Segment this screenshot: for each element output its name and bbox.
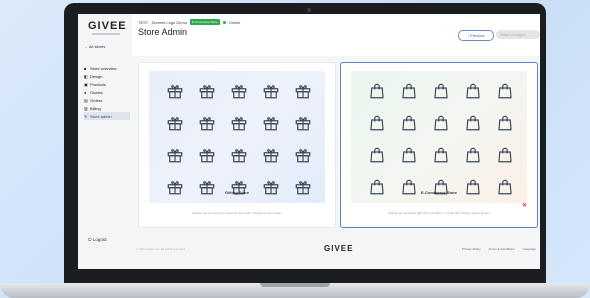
screen: GIVEE ← All stores ■ Store overview ◧ Desi… — [78, 14, 540, 269]
shopping-bag-icon — [425, 107, 457, 139]
sidebar-item-store-overview[interactable]: ■ Store overview — [84, 64, 130, 72]
pencil-icon: ✎ — [84, 113, 88, 119]
ecommerce-store-card[interactable]: E-Commerce Store Guests can purchase gif… — [340, 62, 538, 228]
sidebar-item-label: Store admin — [90, 113, 112, 119]
gifting-store-card[interactable]: Gifting Store Guests can choose and cust… — [138, 62, 336, 228]
sidebar: GIVEE ← All stores ■ Store overview ◧ Desi… — [78, 14, 132, 269]
gift-icon — [255, 75, 287, 107]
shopping-bag-icon — [457, 75, 489, 107]
guests-icon: ● — [84, 89, 87, 95]
logout-button[interactable]: ⏻ Logout — [88, 237, 107, 242]
shopping-bag-icon — [393, 107, 425, 139]
shopping-bag-icon — [361, 107, 393, 139]
card-description: Guests can purchase gifts with gift card… — [387, 211, 491, 215]
breadcrumb-store[interactable]: TEST - Summit Logo Demo — [138, 20, 187, 25]
terms-link[interactable]: Terms & Conditions — [489, 247, 515, 251]
gift-icon — [223, 107, 255, 139]
billing-icon: ▥ — [84, 105, 88, 111]
sidebar-item-orders[interactable]: ▤ Orders — [84, 96, 130, 104]
shopping-bag-icon — [457, 107, 489, 139]
shopping-bag-icon — [457, 139, 489, 171]
design-icon: ◧ — [84, 73, 88, 79]
gift-icon — [287, 107, 319, 139]
shopping-bag-icon — [393, 171, 425, 203]
gift-icon — [223, 171, 255, 203]
sidebar-item-guests[interactable]: ● Guests — [84, 88, 130, 96]
gift-icon — [191, 107, 223, 139]
close-icon[interactable]: ✕ — [522, 202, 527, 209]
camera-icon — [307, 8, 311, 12]
gift-icon — [255, 139, 287, 171]
sidebar-nav: ■ Store overview ◧ Design ▣ Products ● Guest… — [84, 64, 130, 120]
gift-icon — [159, 171, 191, 203]
footer-logo: GIVEE — [324, 244, 354, 253]
card-title: E-Commerce Store — [420, 190, 457, 195]
gift-icon — [223, 139, 255, 171]
laptop-notch — [260, 283, 330, 287]
privacy-link[interactable]: Privacy Policy — [462, 247, 481, 251]
logo-underline — [92, 33, 120, 35]
shopping-bag-icon — [425, 75, 457, 107]
gift-icon — [159, 139, 191, 171]
shopping-bag-icon — [489, 139, 521, 171]
orders-icon: ▤ — [84, 97, 88, 103]
preview-button[interactable]: ‹ Preview — [458, 30, 494, 41]
gift-icon — [159, 107, 191, 139]
gift-icon — [255, 107, 287, 139]
breadcrumb: TEST - Summit Logo Demo E-Commerce Store… — [138, 19, 240, 25]
sidebar-item-label: Guests — [90, 89, 103, 95]
sidebar-item-billing[interactable]: ▥ Billing — [84, 104, 130, 112]
page-title: Store Admin — [138, 27, 188, 37]
sidebar-item-label: Design — [90, 73, 103, 79]
gift-icon — [287, 75, 319, 107]
save-button[interactable]: Save changes — [496, 30, 540, 39]
gift-icon-grid — [159, 75, 319, 203]
footer: © 2024 Givee Inc. All rights reserved. G… — [132, 241, 540, 257]
online-dot-icon — [222, 20, 226, 24]
gift-icon — [191, 171, 223, 203]
card-description: Guests can choose and customize their gi… — [192, 211, 282, 215]
shopping-bag-icon — [489, 171, 521, 203]
gift-icon — [287, 171, 319, 203]
sidebar-item-design[interactable]: ◧ Design — [84, 72, 130, 80]
sidebar-item-store-admin[interactable]: ✎ Store admin — [84, 112, 130, 120]
sidebar-item-label: Store overview — [90, 65, 117, 71]
shopping-bag-icon — [425, 171, 457, 203]
gift-icon — [191, 139, 223, 171]
language-link[interactable]: Language — [523, 247, 536, 251]
footer-links: Privacy Policy Terms & Conditions Langua… — [462, 247, 536, 251]
sidebar-item-label: Products — [90, 81, 106, 87]
gift-icon — [223, 75, 255, 107]
shopping-bag-icon — [361, 139, 393, 171]
gift-icon — [287, 139, 319, 171]
status-text: Online — [228, 19, 241, 25]
overview-icon: ■ — [84, 65, 87, 71]
copyright-text: © 2024 Givee Inc. All rights reserved. — [136, 247, 186, 251]
bottom-bezel — [78, 269, 540, 283]
sidebar-item-label: Billing — [90, 105, 101, 111]
gift-icon — [255, 171, 287, 203]
bag-icon-grid — [361, 75, 521, 203]
shopping-bag-icon — [425, 139, 457, 171]
sidebar-item-products[interactable]: ▣ Products — [84, 80, 130, 88]
gift-icon — [191, 75, 223, 107]
sidebar-item-label: Orders — [90, 97, 103, 103]
shopping-bag-icon — [361, 75, 393, 107]
gift-icon — [159, 75, 191, 107]
all-stores-link[interactable]: ← All stores — [84, 44, 105, 49]
shopping-bag-icon — [489, 107, 521, 139]
store-type-badge: E-Commerce Store — [190, 19, 220, 25]
main-content: Gifting Store Guests can choose and cust… — [132, 56, 540, 241]
bag-icon-panel — [351, 71, 527, 203]
shopping-bag-icon — [489, 75, 521, 107]
shopping-bag-icon — [457, 171, 489, 203]
page-header: TEST - Summit Logo Demo E-Commerce Store… — [132, 14, 540, 56]
shopping-bag-icon — [361, 171, 393, 203]
card-title: Gifting Store — [224, 190, 250, 195]
shopping-bag-icon — [393, 75, 425, 107]
shopping-bag-icon — [393, 139, 425, 171]
products-icon: ▣ — [84, 81, 88, 87]
brand-logo[interactable]: GIVEE — [88, 20, 127, 32]
gift-icon-panel — [149, 71, 325, 203]
